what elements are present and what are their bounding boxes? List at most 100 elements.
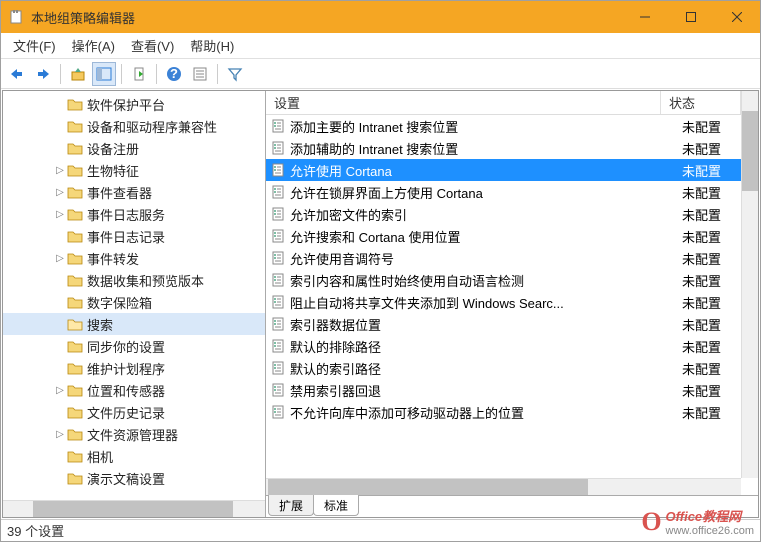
expand-icon[interactable]: ▷ <box>53 385 67 396</box>
expand-icon[interactable]: ▷ <box>53 253 67 264</box>
help-button[interactable]: ? <box>162 62 186 86</box>
column-state[interactable]: 状态 <box>661 91 741 114</box>
folder-icon <box>67 405 83 419</box>
tree-item[interactable]: ▷事件日志服务 <box>3 203 265 225</box>
tree-item[interactable]: 事件日志记录 <box>3 225 265 247</box>
tree-item[interactable]: ▷事件查看器 <box>3 181 265 203</box>
list-row[interactable]: 默认的索引路径未配置 <box>266 357 758 379</box>
folder-icon <box>67 141 83 155</box>
policy-item-icon <box>270 404 286 420</box>
column-setting[interactable]: 设置 <box>266 91 661 114</box>
folder-icon <box>67 119 83 133</box>
show-hide-tree-button[interactable] <box>92 62 116 86</box>
expand-icon[interactable]: ▷ <box>53 165 67 176</box>
folder-icon <box>67 207 83 221</box>
policy-item-icon <box>270 360 286 376</box>
close-button[interactable] <box>714 1 760 33</box>
list-row[interactable]: 添加辅助的 Intranet 搜索位置未配置 <box>266 137 758 159</box>
tree-pane: 软件保护平台设备和驱动程序兼容性设备注册▷生物特征▷事件查看器▷事件日志服务事件… <box>3 91 266 517</box>
menu-help[interactable]: 帮助(H) <box>182 33 242 58</box>
tree-item[interactable]: 软件保护平台 <box>3 93 265 115</box>
tree-item-label: 数据收集和预览版本 <box>87 271 204 290</box>
list-vscrollbar[interactable] <box>741 91 758 478</box>
list-row[interactable]: 允许加密文件的索引未配置 <box>266 203 758 225</box>
window-title: 本地组策略编辑器 <box>31 8 622 27</box>
tree-item[interactable]: ▷ 文件资源管理器 <box>3 423 265 445</box>
tree-item-label: 同步你的设置 <box>87 337 165 356</box>
status-text: 39 个设置 <box>7 521 64 540</box>
menu-file[interactable]: 文件(F) <box>5 33 64 58</box>
toolbar: ? <box>1 59 760 89</box>
folder-icon <box>67 361 83 375</box>
tree-item[interactable]: 设备和驱动程序兼容性 <box>3 115 265 137</box>
tree-item[interactable]: ▷ 位置和传感器 <box>3 379 265 401</box>
tree-item[interactable]: ▷生物特征 <box>3 159 265 181</box>
list-row[interactable]: 默认的排除路径未配置 <box>266 335 758 357</box>
tree-item[interactable]: ▷事件转发 <box>3 247 265 269</box>
folder-icon <box>67 229 83 243</box>
tree-item[interactable]: 搜索 <box>3 313 265 335</box>
list-row[interactable]: 阻止自动将共享文件夹添加到 Windows Searc...未配置 <box>266 291 758 313</box>
list-row[interactable]: 添加主要的 Intranet 搜索位置未配置 <box>266 115 758 137</box>
tree-item[interactable]: 数字保险箱 <box>3 291 265 313</box>
tree-item[interactable]: 同步你的设置 <box>3 335 265 357</box>
folder-icon <box>67 273 83 287</box>
setting-label: 默认的排除路径 <box>290 337 381 356</box>
tree-item[interactable]: 数据收集和预览版本 <box>3 269 265 291</box>
tree-item[interactable]: 演示文稿设置 <box>3 467 265 489</box>
minimize-button[interactable] <box>622 1 668 33</box>
tree-item-label: 文件资源管理器 <box>87 425 178 444</box>
up-button[interactable] <box>66 62 90 86</box>
folder-icon <box>67 251 83 265</box>
list-row[interactable]: 允许在锁屏界面上方使用 Cortana未配置 <box>266 181 758 203</box>
tab-extended[interactable]: 扩展 <box>268 495 314 516</box>
tree-item-label: 搜索 <box>87 315 113 334</box>
tab-standard[interactable]: 标准 <box>313 495 359 516</box>
list-hscrollbar[interactable] <box>266 478 741 495</box>
expand-icon[interactable]: ▷ <box>53 209 67 220</box>
maximize-button[interactable] <box>668 1 714 33</box>
tree-item[interactable]: 设备注册 <box>3 137 265 159</box>
list-row[interactable]: 禁用索引器回退未配置 <box>266 379 758 401</box>
filter-button[interactable] <box>223 62 247 86</box>
policy-item-icon <box>270 338 286 354</box>
app-icon <box>9 9 25 25</box>
expand-icon[interactable]: ▷ <box>53 187 67 198</box>
list-row[interactable]: 允许使用 Cortana未配置 <box>266 159 758 181</box>
policy-item-icon <box>270 228 286 244</box>
tree-hscrollbar[interactable] <box>3 500 265 517</box>
tree-item[interactable]: 维护计划程序 <box>3 357 265 379</box>
folder-tree[interactable]: 软件保护平台设备和驱动程序兼容性设备注册▷生物特征▷事件查看器▷事件日志服务事件… <box>3 91 265 500</box>
main-window: 本地组策略编辑器 文件(F) 操作(A) 查看(V) 帮助(H) ? 软件保护平… <box>0 0 761 542</box>
folder-icon <box>67 339 83 353</box>
properties-button[interactable] <box>188 62 212 86</box>
list-body[interactable]: 添加主要的 Intranet 搜索位置未配置添加辅助的 Intranet 搜索位… <box>266 115 758 495</box>
content-area: 软件保护平台设备和驱动程序兼容性设备注册▷生物特征▷事件查看器▷事件日志服务事件… <box>2 90 759 518</box>
folder-icon <box>67 163 83 177</box>
setting-label: 阻止自动将共享文件夹添加到 Windows Searc... <box>290 293 564 312</box>
policy-item-icon <box>270 184 286 200</box>
setting-label: 允许在锁屏界面上方使用 Cortana <box>290 183 483 202</box>
forward-button[interactable] <box>31 62 55 86</box>
setting-label: 禁用索引器回退 <box>290 381 381 400</box>
folder-icon <box>67 471 83 485</box>
tree-item[interactable]: 相机 <box>3 445 265 467</box>
export-button[interactable] <box>127 62 151 86</box>
menu-action[interactable]: 操作(A) <box>64 33 123 58</box>
titlebar: 本地组策略编辑器 <box>1 1 760 33</box>
folder-icon <box>67 185 83 199</box>
tree-item[interactable]: 文件历史记录 <box>3 401 265 423</box>
setting-label: 允许使用 Cortana <box>290 161 392 180</box>
list-row[interactable]: 允许使用音调符号未配置 <box>266 247 758 269</box>
watermark: O Office教程网 www.office26.com <box>641 506 754 537</box>
back-button[interactable] <box>5 62 29 86</box>
list-row[interactable]: 索引器数据位置未配置 <box>266 313 758 335</box>
expand-icon[interactable]: ▷ <box>53 429 67 440</box>
folder-icon <box>67 383 83 397</box>
menu-view[interactable]: 查看(V) <box>123 33 182 58</box>
tree-item-label: 位置和传感器 <box>87 381 165 400</box>
policy-item-icon <box>270 272 286 288</box>
list-row[interactable]: 允许搜索和 Cortana 使用位置未配置 <box>266 225 758 247</box>
list-row[interactable]: 不允许向库中添加可移动驱动器上的位置未配置 <box>266 401 758 423</box>
list-row[interactable]: 索引内容和属性时始终使用自动语言检测未配置 <box>266 269 758 291</box>
